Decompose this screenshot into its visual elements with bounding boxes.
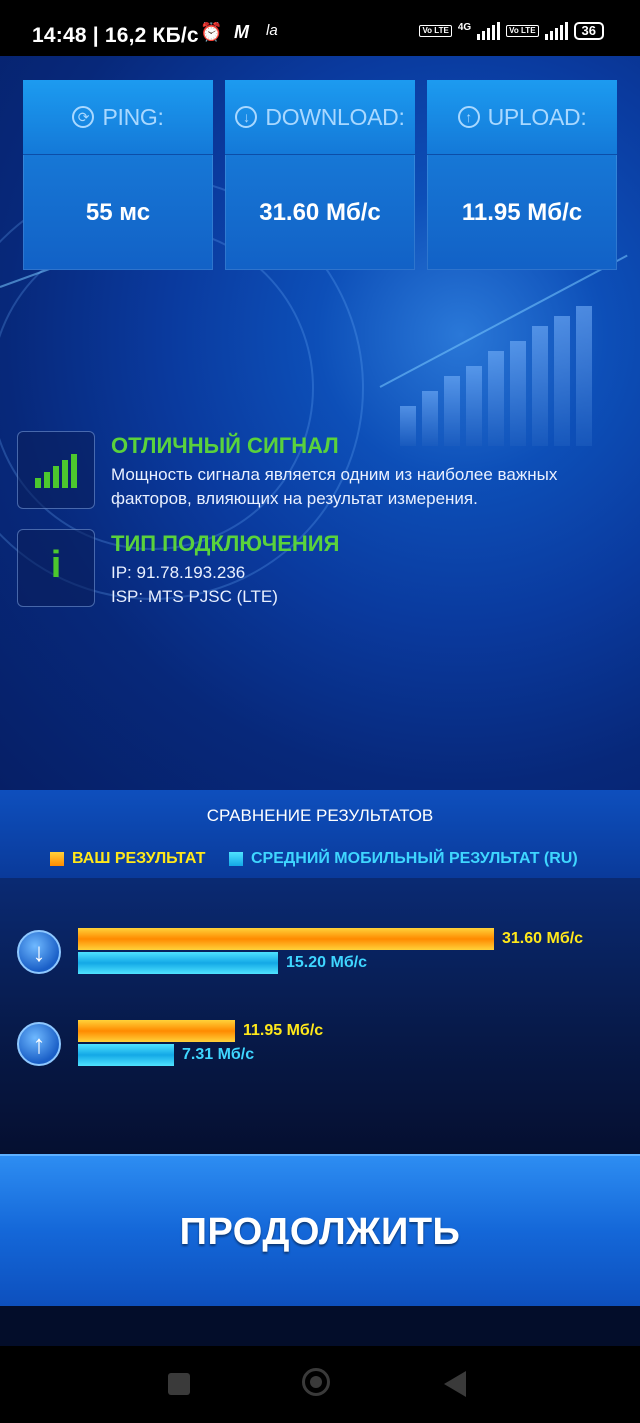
download-average-bar — [78, 952, 278, 974]
alarm-icon: ⏰ — [200, 22, 223, 42]
app-m-icon: M — [234, 22, 249, 42]
recent-apps-button[interactable] — [168, 1373, 190, 1395]
upload-yours-bar — [78, 1020, 235, 1042]
app-la-icon: la — [266, 22, 278, 39]
status-time-speed: 14:48 | 16,2 КБ/с — [32, 24, 199, 47]
status-right-icons: Vo LTE 4G Vo LTE 36 — [419, 22, 604, 40]
upload-average-label: 7.31 Мб/с — [182, 1046, 255, 1063]
signal-bars-icon — [17, 431, 95, 509]
connection-title: ТИП ПОДКЛЮЧЕНИЯ — [111, 531, 340, 556]
volte-icon: Vo LTE — [419, 25, 452, 37]
continue-button[interactable]: ПРОДОЛЖИТЬ — [0, 1154, 640, 1310]
upload-icon: ↑ — [457, 106, 480, 128]
legend-average-label: СРЕДНИЙ МОБИЛЬНЫЙ РЕЗУЛЬТАТ (RU) — [251, 850, 578, 867]
home-button[interactable] — [302, 1368, 330, 1396]
signal-description: Мощность сигнала является одним из наибо… — [111, 465, 558, 508]
connection-ip: IP: 91.78.193.236 — [111, 563, 246, 582]
signal-strength-icon-2 — [544, 22, 568, 40]
comparison-title: СРАВНЕНИЕ РЕЗУЛЬТАТОВ — [206, 806, 434, 825]
upload-value: 11.95 Мб/с — [461, 199, 583, 226]
signal-strength-icon — [477, 22, 501, 40]
download-label: DOWNLOAD: — [265, 103, 405, 130]
signal-title: ОТЛИЧНЫЙ СИГНАЛ — [111, 433, 339, 458]
legend-yours-swatch — [50, 852, 64, 866]
back-button[interactable] — [444, 1371, 466, 1397]
upload-label: UPLOAD: — [487, 103, 587, 130]
ping-icon: ⟳ — [72, 106, 95, 128]
download-yours-bar — [78, 928, 494, 950]
volte-icon-2: Vo LTE — [506, 25, 539, 37]
download-icon: ↓ — [235, 106, 258, 128]
info-glyph: i — [50, 544, 62, 586]
upload-average-bar — [78, 1044, 174, 1066]
upload-arrow-icon: ↑ — [17, 1022, 61, 1066]
status-bar: 14:48 | 16,2 КБ/с ⏰ M la Vo LTE 4G Vo LT… — [0, 0, 640, 56]
ping-value: 55 мс — [85, 199, 151, 226]
connection-isp: ISP: MTS PJSC (LTE) — [111, 587, 278, 606]
legend-average: СРЕДНИЙ МОБИЛЬНЫЙ РЕЗУЛЬТАТ (RU) — [229, 850, 578, 868]
ping-label: PING: — [102, 103, 164, 130]
comparison-chart — [0, 878, 640, 1154]
bottom-spacer — [0, 1306, 640, 1346]
download-value: 31.60 Мб/с — [259, 199, 381, 226]
results-panel: ⟳ PING: 55 мс ↓ DOWNLOAD: 31.60 Мб/с ↑ UPLO… — [0, 56, 640, 790]
legend-yours: ВАШ РЕЗУЛЬТАТ — [50, 850, 205, 868]
upload-tile: ↑ UPLOAD: 11.95 Мб/с — [427, 80, 617, 270]
legend-average-swatch — [229, 852, 243, 866]
network-type: 4G — [457, 22, 472, 33]
download-average-label: 15.20 Мб/с — [286, 954, 368, 971]
download-yours-label: 31.60 Мб/с — [502, 930, 584, 947]
battery-icon: 36 — [573, 22, 604, 40]
download-arrow-icon: ↓ — [17, 930, 61, 974]
info-icon: i — [17, 529, 95, 607]
ping-tile: ⟳ PING: 55 мс — [23, 80, 213, 270]
download-tile: ↓ DOWNLOAD: 31.60 Мб/с — [225, 80, 415, 270]
background-bars-decoration — [400, 306, 592, 446]
legend-yours-label: ВАШ РЕЗУЛЬТАТ — [72, 850, 206, 867]
upload-yours-label: 11.95 Мб/с — [243, 1022, 324, 1039]
